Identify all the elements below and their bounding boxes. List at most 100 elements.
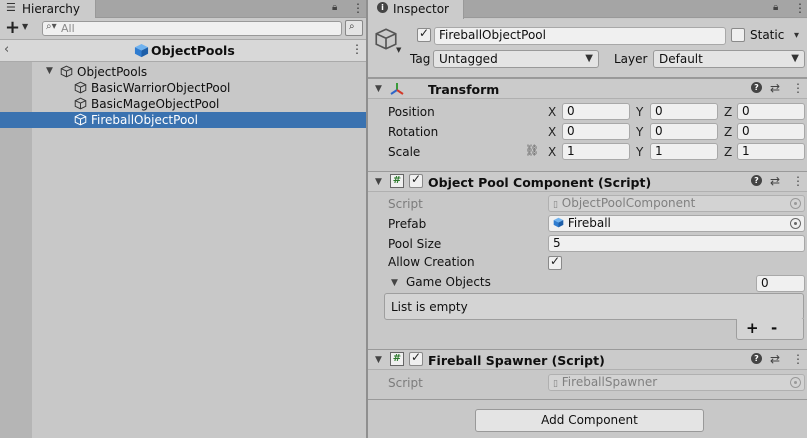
- add-component-button[interactable]: Add Component: [475, 409, 704, 432]
- rotation-x-field[interactable]: 0: [562, 123, 630, 140]
- checkmark-icon: ✓: [550, 254, 561, 268]
- prefab-value: Fireball: [567, 216, 611, 230]
- foldout-arrow-icon[interactable]: ▼: [375, 84, 382, 94]
- tree-item-basicwarriorobjectpool[interactable]: BasicWarriorObjectPool: [32, 80, 366, 96]
- scale-z-field[interactable]: 1: [737, 143, 805, 160]
- search-placeholder: All: [61, 22, 75, 35]
- presets-icon[interactable]: ⇄: [770, 352, 780, 366]
- static-checkbox[interactable]: [731, 28, 745, 42]
- allow-creation-label: Allow Creation: [388, 255, 475, 269]
- spawner-enabled-checkbox[interactable]: ✓: [409, 350, 423, 366]
- tag-label: Tag: [410, 52, 431, 66]
- expand-arrow-icon[interactable]: ▼: [46, 66, 53, 76]
- lock-icon[interactable]: 🔒︎: [773, 2, 778, 13]
- game-objects-foldout-icon[interactable]: ▼: [391, 278, 398, 288]
- rotation-z-field[interactable]: 0: [737, 123, 805, 140]
- y-axis-label: Y: [636, 105, 644, 119]
- add-button[interactable]: +: [5, 17, 20, 38]
- tag-dropdown[interactable]: Untagged ▼: [433, 50, 599, 68]
- tree-item-label: FireballObjectPool: [91, 113, 198, 127]
- component-menu-icon[interactable]: ⋮: [792, 174, 804, 188]
- help-icon[interactable]: ?: [751, 353, 762, 364]
- components-end-separator: [368, 399, 807, 400]
- info-icon: i: [377, 2, 388, 13]
- script-value: ObjectPoolComponent: [561, 196, 696, 210]
- back-chevron-icon[interactable]: ‹: [4, 42, 9, 57]
- scene-kebab-icon[interactable]: ⋮: [351, 42, 363, 56]
- presets-icon[interactable]: ⇄: [770, 174, 780, 188]
- gameobject-cube-icon: [74, 81, 87, 94]
- scene-header[interactable]: ‹ ObjectPools ⋮: [0, 40, 366, 62]
- inspector-panel: i Inspector 🔒︎ ⋮ ▼ ✓ FireballObjectPool …: [366, 0, 807, 438]
- constrain-proportions-icon[interactable]: ⛓︎: [525, 144, 539, 157]
- game-objects-size-field[interactable]: 0: [756, 275, 805, 292]
- x-axis-label: X: [548, 105, 557, 119]
- search-input[interactable]: ⌕▾ All: [42, 21, 342, 36]
- transform-title: Transform: [428, 82, 500, 97]
- add-list-item-button[interactable]: +: [746, 319, 759, 337]
- pool-size-label: Pool Size: [388, 237, 442, 251]
- position-label: Position: [388, 105, 435, 119]
- foldout-arrow-icon[interactable]: ▼: [375, 177, 382, 187]
- active-checkbox[interactable]: ✓: [417, 26, 431, 42]
- spawner-script-field: ▯ FireballSpawner: [548, 374, 805, 391]
- position-y-field[interactable]: 0: [650, 103, 718, 120]
- icon-dropdown-arrow-icon[interactable]: ▼: [396, 46, 401, 54]
- gameobject-cube-icon: [74, 113, 87, 126]
- layer-label: Layer: [614, 52, 648, 66]
- remove-list-item-button[interactable]: -: [771, 319, 777, 337]
- pool-component-enabled-checkbox[interactable]: ✓: [409, 172, 423, 188]
- list-footer: + -: [736, 319, 804, 340]
- kebab-menu-icon[interactable]: ⋮: [352, 1, 364, 15]
- z-axis-label: Z: [724, 125, 733, 139]
- tag-value: Untagged: [439, 52, 498, 66]
- spawner-title: Fireball Spawner (Script): [428, 353, 605, 368]
- search-by-type-button[interactable]: ⌕: [345, 20, 363, 36]
- y-axis-label: Y: [636, 125, 644, 139]
- tree-item-basicmageobjectpool[interactable]: BasicMageObjectPool: [32, 96, 366, 112]
- tree-item-label: BasicMageObjectPool: [91, 97, 220, 111]
- script-label: Script: [388, 376, 423, 390]
- allow-creation-checkbox[interactable]: ✓: [548, 254, 562, 270]
- position-z-field[interactable]: 0: [737, 103, 805, 120]
- kebab-menu-icon[interactable]: ⋮: [794, 1, 806, 15]
- gameobject-icon[interactable]: [374, 27, 398, 51]
- checkmark-icon: ✓: [419, 26, 430, 40]
- pool-component-header[interactable]: ▼ # ✓ Object Pool Component (Script) ? ⇄…: [368, 171, 807, 192]
- script-file-icon: ▯: [553, 379, 558, 389]
- layer-dropdown[interactable]: Default ▼: [653, 50, 805, 68]
- spawner-component-header[interactable]: ▼ # ✓ Fireball Spawner (Script) ? ⇄ ⋮: [368, 349, 807, 370]
- add-component-label: Add Component: [541, 413, 638, 427]
- prefab-field[interactable]: Fireball: [548, 215, 805, 232]
- gameobject-cube-icon: [60, 65, 73, 78]
- lock-icon[interactable]: 🔒︎: [332, 2, 337, 13]
- scale-y-field[interactable]: 1: [650, 143, 718, 160]
- dropdown-arrow-icon: ▼: [585, 53, 593, 64]
- object-name-field[interactable]: FireballObjectPool: [434, 27, 726, 45]
- component-menu-icon[interactable]: ⋮: [792, 352, 804, 366]
- add-dropdown-icon[interactable]: ▼: [22, 22, 28, 31]
- help-icon[interactable]: ?: [751, 175, 762, 186]
- foldout-arrow-icon[interactable]: ▼: [375, 355, 382, 365]
- tree-item-objectpools[interactable]: ▼ ObjectPools: [32, 64, 366, 80]
- prefab-cube-icon: [134, 43, 149, 58]
- scene-title: ObjectPools: [151, 43, 235, 58]
- help-icon[interactable]: ?: [751, 82, 762, 93]
- inspector-tab[interactable]: i Inspector: [368, 0, 464, 19]
- presets-icon[interactable]: ⇄: [770, 81, 780, 95]
- prefab-label: Prefab: [388, 217, 427, 231]
- checkmark-icon: ✓: [411, 350, 422, 364]
- component-menu-icon[interactable]: ⋮: [792, 81, 804, 95]
- x-axis-label: X: [548, 125, 557, 139]
- rotation-y-field[interactable]: 0: [650, 123, 718, 140]
- inspector-tab-label: Inspector: [393, 2, 449, 16]
- pool-size-field[interactable]: 5: [548, 235, 805, 252]
- object-picker-icon[interactable]: [790, 218, 801, 229]
- transform-header[interactable]: ▼ Transform ? ⇄ ⋮: [368, 78, 807, 99]
- position-x-field[interactable]: 0: [562, 103, 630, 120]
- script-hash-icon: #: [390, 352, 404, 366]
- static-dropdown-icon[interactable]: ▾: [794, 30, 799, 41]
- scale-x-field[interactable]: 1: [562, 143, 630, 160]
- tree-item-fireballobjectpool[interactable]: FireballObjectPool: [32, 112, 366, 128]
- layer-value: Default: [659, 52, 703, 66]
